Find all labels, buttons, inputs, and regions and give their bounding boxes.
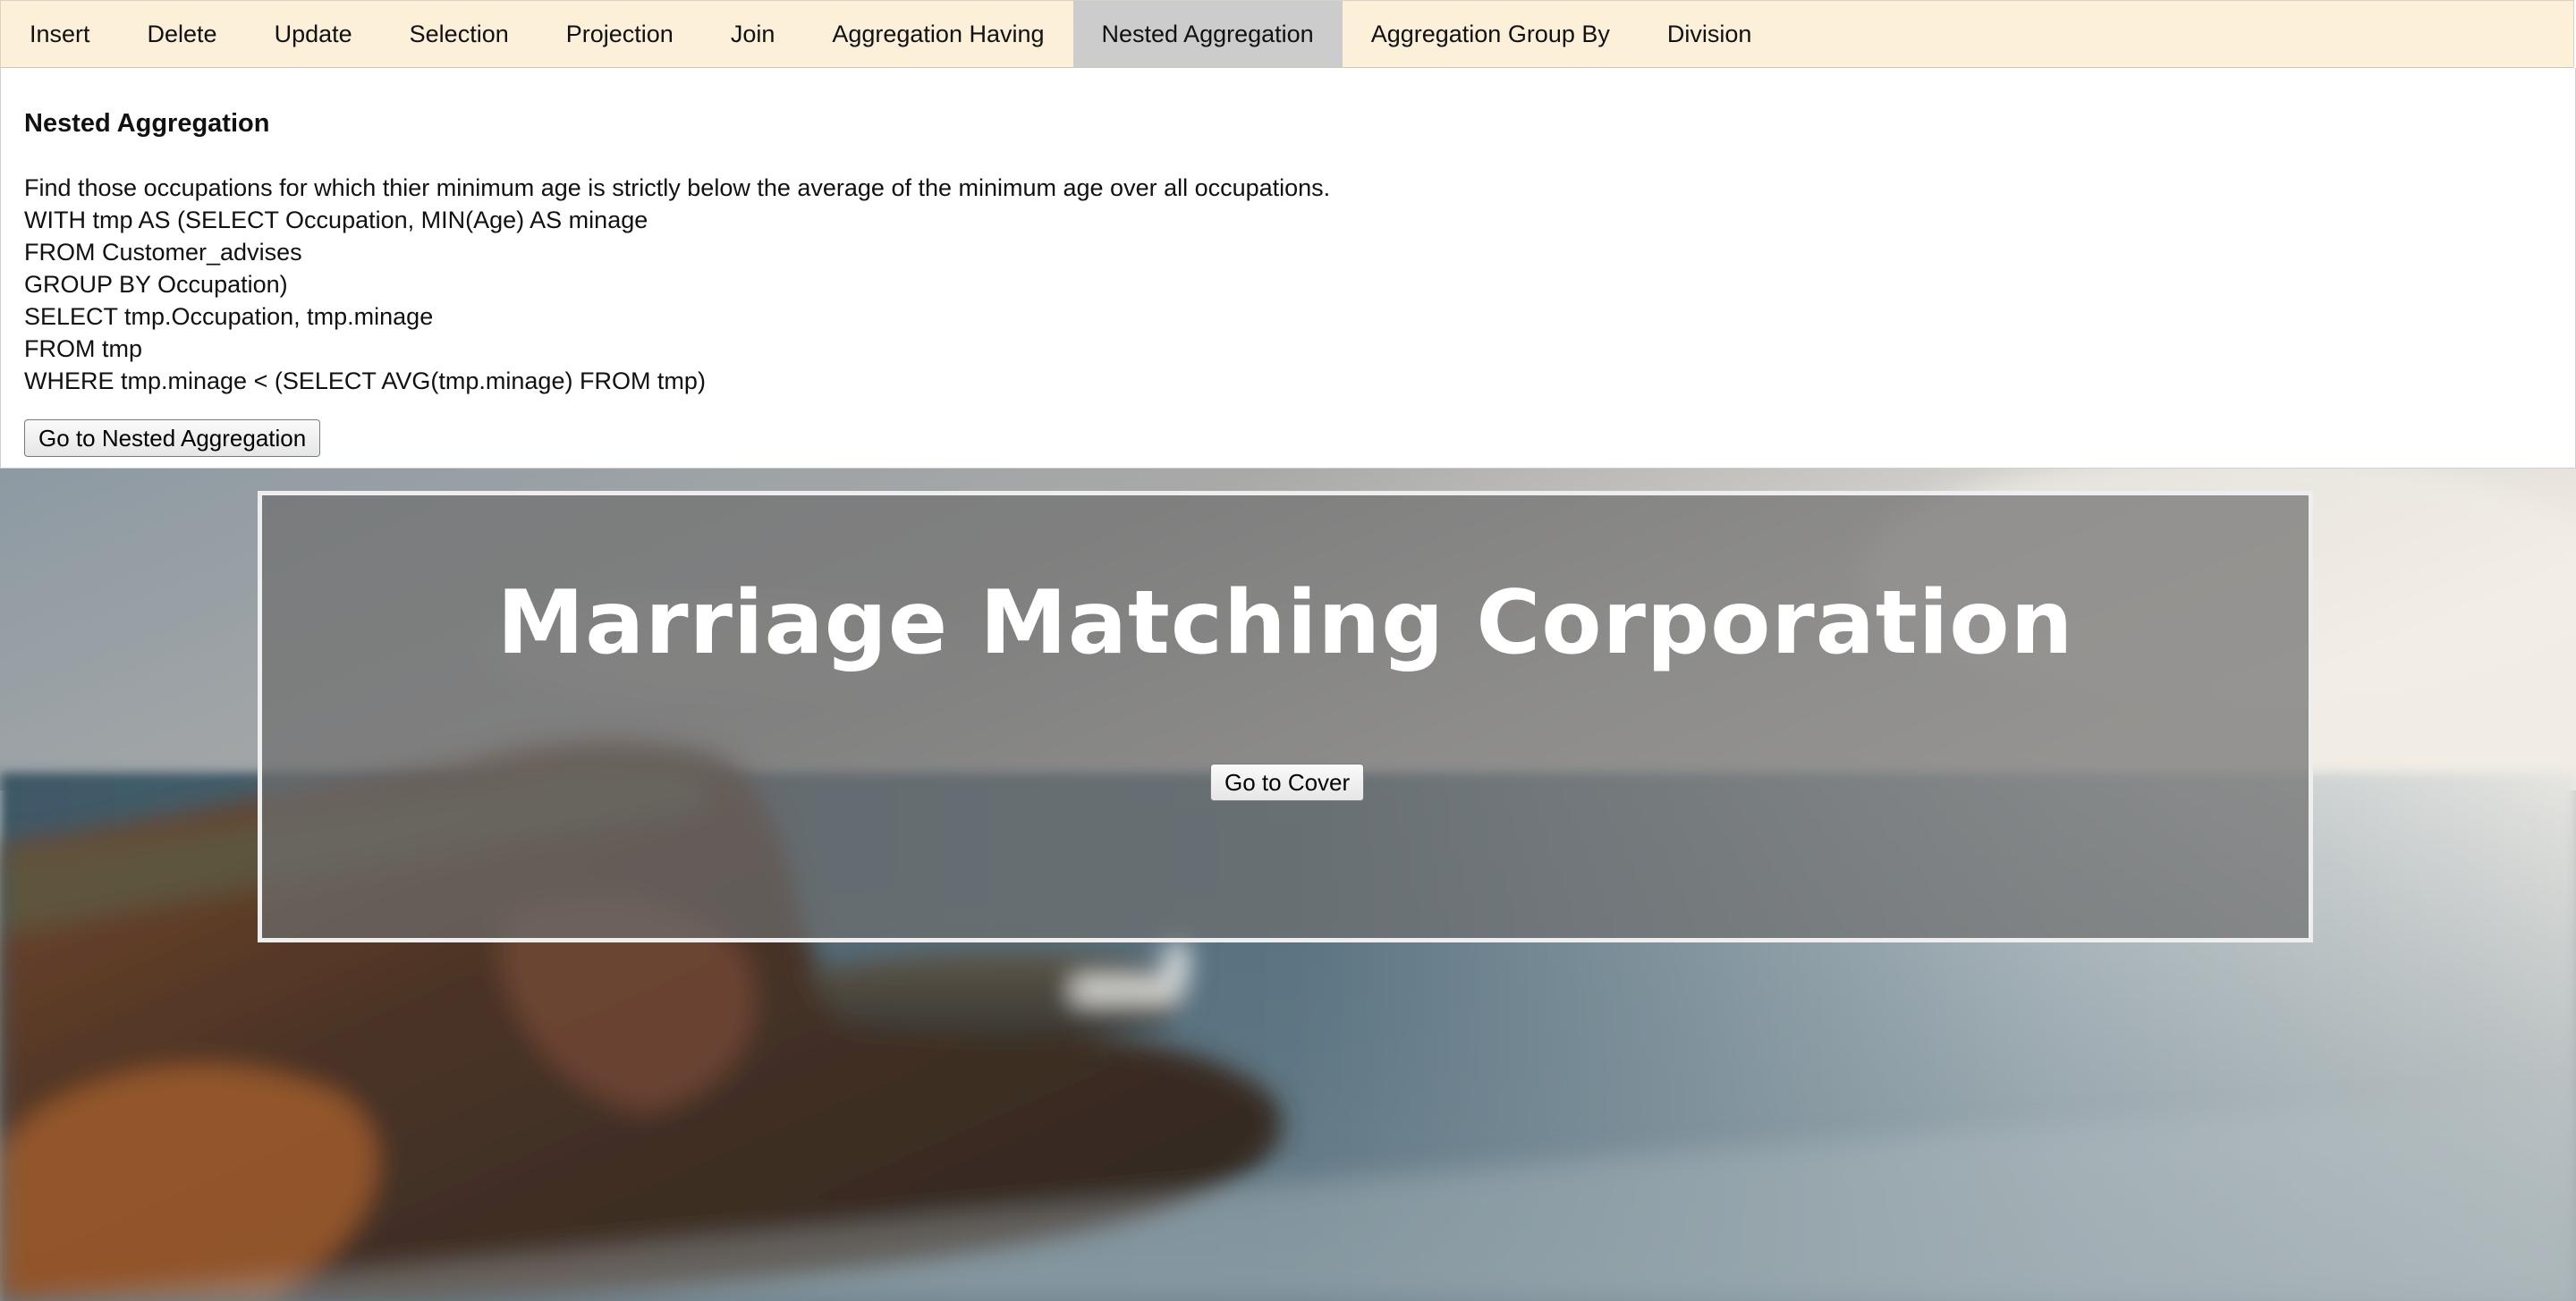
site-title: Marriage Matching Corporation: [496, 572, 2074, 674]
tab-insert[interactable]: Insert: [1, 1, 119, 67]
tab-division[interactable]: Division: [1639, 1, 1781, 67]
description-text: Find those occupations for which thier m…: [24, 174, 1331, 201]
tab-aggregation-having[interactable]: Aggregation Having: [803, 1, 1072, 67]
sql-line: WITH tmp AS (SELECT Occupation, MIN(Age)…: [24, 207, 648, 233]
tab-update[interactable]: Update: [246, 1, 381, 67]
sql-line: WHERE tmp.minage < (SELECT AVG(tmp.minag…: [24, 367, 706, 394]
tab-projection[interactable]: Projection: [538, 1, 702, 67]
tab-selection[interactable]: Selection: [381, 1, 538, 67]
go-to-nested-aggregation-button[interactable]: Go to Nested Aggregation: [24, 419, 321, 457]
go-to-cover-button[interactable]: Go to Cover: [1210, 764, 1365, 801]
tab-join[interactable]: Join: [702, 1, 804, 67]
sql-line: FROM tmp: [24, 335, 142, 362]
title-banner: Marriage Matching Corporation Go to Cove…: [258, 491, 2313, 942]
tab-delete[interactable]: Delete: [119, 1, 246, 67]
sql-line: FROM Customer_advises: [24, 239, 302, 266]
tab-nested-aggregation[interactable]: Nested Aggregation: [1072, 1, 1343, 67]
tab-bar: Insert Delete Update Selection Projectio…: [0, 0, 2574, 68]
panel-title: Nested Aggregation: [24, 109, 270, 138]
sql-line: SELECT tmp.Occupation, tmp.minage: [24, 303, 434, 330]
query-description: Find those occupations for which thier m…: [24, 172, 1330, 397]
tab-aggregation-group-by[interactable]: Aggregation Group By: [1343, 1, 1639, 67]
tab-content-panel: Nested Aggregation Find those occupation…: [0, 68, 2576, 469]
sql-line: GROUP BY Occupation): [24, 271, 288, 298]
